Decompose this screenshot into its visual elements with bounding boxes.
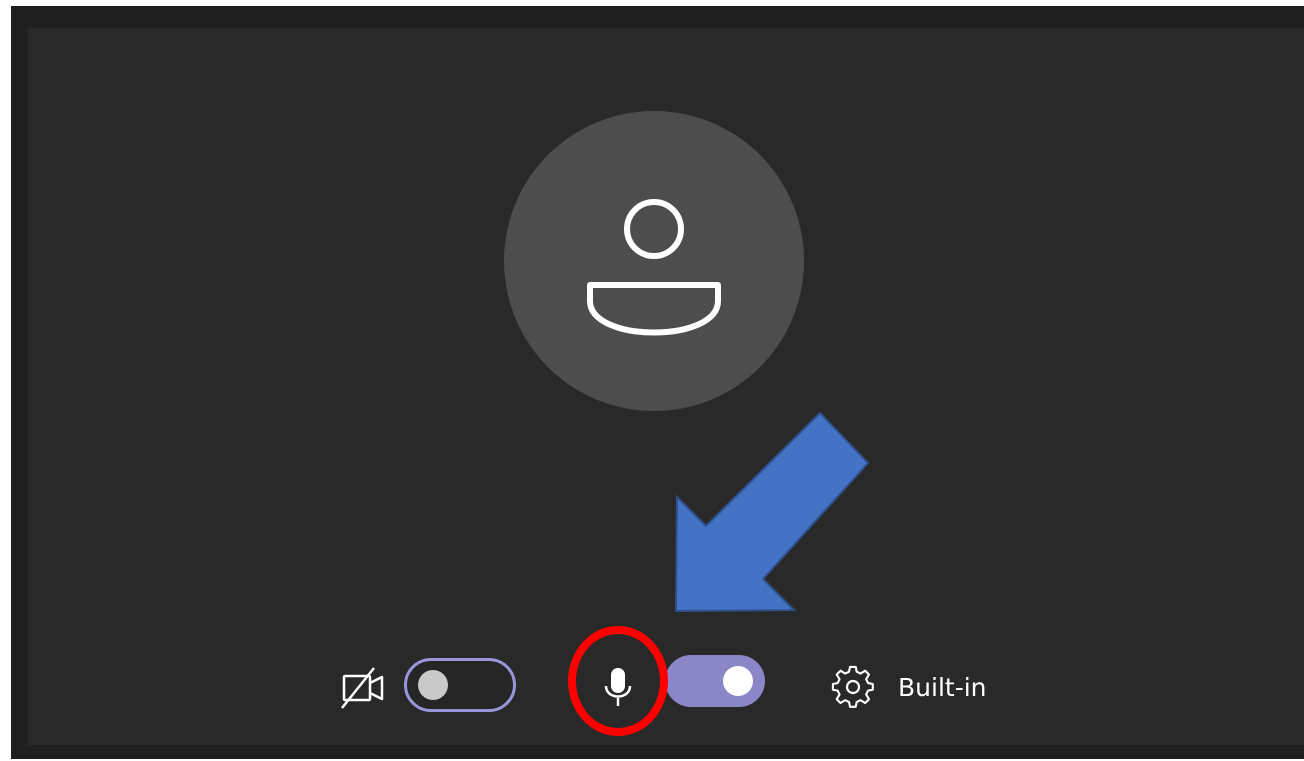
annotation-highlight-circle bbox=[568, 626, 668, 736]
device-controls-bar: Built-in bbox=[0, 0, 1304, 761]
